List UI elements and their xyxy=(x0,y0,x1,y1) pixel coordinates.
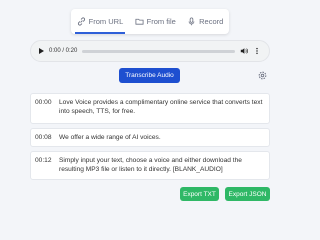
folder-icon xyxy=(135,18,144,25)
volume-icon[interactable] xyxy=(240,47,248,55)
transcribe-audio-button[interactable]: Transcribe Audio xyxy=(119,68,180,83)
more-options-icon[interactable] xyxy=(253,47,261,55)
seek-bar[interactable] xyxy=(82,49,235,53)
tab-label: From file xyxy=(146,17,176,26)
transcript-row: 00:00 Love Voice provides a complimentar… xyxy=(30,93,270,124)
link-icon xyxy=(77,17,85,26)
transcript-list: 00:00 Love Voice provides a complimentar… xyxy=(30,93,270,184)
microphone-icon xyxy=(188,17,195,26)
tab-label: Record xyxy=(199,17,224,26)
transcript-row: 00:08 We offer a wide range of AI voices… xyxy=(30,128,270,147)
tab-record[interactable]: Record xyxy=(185,9,225,34)
segment-time: 00:12 xyxy=(35,157,52,164)
export-txt-button[interactable]: Export TXT xyxy=(180,187,219,201)
segment-text: We offer a wide range of AI voices. xyxy=(59,134,161,141)
tab-from-file[interactable]: From file xyxy=(133,9,178,34)
segment-text: Love Voice provides a complimentary onli… xyxy=(59,99,263,115)
segment-time: 00:08 xyxy=(35,134,52,141)
segment-time: 00:00 xyxy=(35,99,52,106)
source-tabs: From URL From file Record xyxy=(71,9,229,34)
gear-icon[interactable] xyxy=(257,70,268,81)
time-readout: 0:00 / 0:20 xyxy=(49,48,78,54)
transcript-row: 00:12 Simply input your text, choose a v… xyxy=(30,151,270,180)
segment-text: Simply input your text, choose a voice a… xyxy=(59,157,242,173)
tab-from-url[interactable]: From URL xyxy=(74,9,126,34)
play-icon[interactable] xyxy=(39,48,44,54)
audio-player: 0:00 / 0:20 xyxy=(30,40,270,62)
export-json-button[interactable]: Export JSON xyxy=(225,187,270,201)
tab-label: From URL xyxy=(88,17,124,26)
